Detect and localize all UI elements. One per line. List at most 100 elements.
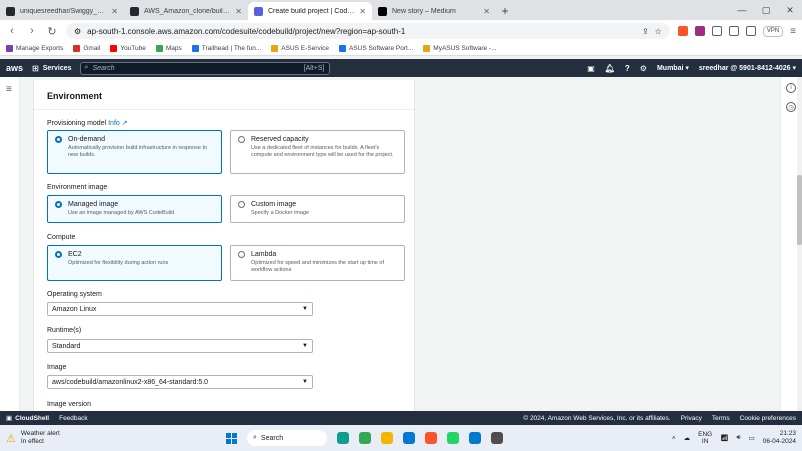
runtime-select[interactable]: Standard ▼	[47, 339, 313, 353]
whatsapp-icon[interactable]	[447, 432, 459, 444]
sidebar-icon[interactable]	[711, 26, 722, 36]
maximize-icon[interactable]: ▢	[754, 0, 778, 20]
custom-image-option[interactable]: Custom image Specify a Docker image	[230, 195, 405, 223]
tab-label: AWS_Amazon_clone/buildspec.yaml	[144, 7, 231, 15]
bookmark-star-icon[interactable]: ☆	[655, 27, 662, 36]
on-demand-option[interactable]: On-demand Automatically provision build …	[47, 130, 222, 174]
vpn-button[interactable]: VPN	[762, 25, 784, 37]
account-menu[interactable]: sreedhar @ 5901-8412-4026 ▾	[699, 64, 796, 72]
site-info-icon[interactable]: ⚙	[74, 27, 81, 36]
radio-unselected[interactable]	[238, 251, 245, 258]
windows-start-icon[interactable]	[226, 432, 237, 444]
caret-down-icon: ▼	[302, 306, 308, 312]
scrollbar-thumb[interactable]	[797, 175, 802, 245]
new-tab-button[interactable]: +	[496, 2, 514, 20]
bookmark-item[interactable]: ASUS Software Port...	[338, 45, 413, 52]
bookmark-item[interactable]: ASUS E-Service	[271, 45, 329, 52]
reload-icon[interactable]: ↻	[46, 25, 58, 38]
settings-gear-icon[interactable]: ⚙	[640, 64, 647, 73]
brave-icon[interactable]	[425, 432, 437, 444]
brave-shield-icon[interactable]	[677, 26, 688, 36]
privacy-link[interactable]: Privacy	[681, 415, 702, 422]
url-field[interactable]: ⚙ ap-south-1.console.aws.amazon.com/code…	[66, 23, 670, 39]
external-link-icon[interactable]: ↗	[122, 120, 128, 127]
chevron-up-icon[interactable]: ˄	[672, 435, 676, 442]
store-icon[interactable]	[403, 432, 415, 444]
forward-icon[interactable]: ›	[26, 25, 38, 37]
side-nav-rail: ≡	[0, 77, 20, 411]
managed-image-option[interactable]: Managed image Use an image managed by AW…	[47, 195, 222, 223]
notifications-bell-icon[interactable]: 🔔︎	[605, 64, 615, 73]
bookmark-item[interactable]: Manage Exports	[6, 45, 63, 52]
cloudshell-icon: ▣	[6, 415, 13, 422]
browser-tab[interactable]: New story – Medium ✕	[372, 2, 496, 20]
reserved-capacity-option[interactable]: Reserved capacity Use a dedicated fleet …	[230, 130, 405, 174]
medium-icon	[378, 6, 387, 16]
weather-widget[interactable]: ⚠ Weather alert In effect	[6, 430, 156, 446]
git-icon[interactable]	[491, 432, 503, 444]
wifi-icon[interactable]: 📶︎	[720, 434, 728, 442]
battery-icon[interactable]: ▭	[749, 434, 755, 442]
info-icon[interactable]: i	[786, 83, 796, 93]
volume-icon[interactable]: 🔊︎	[736, 434, 740, 442]
bookmark-item[interactable]: Maps	[155, 45, 182, 52]
aws-search-input[interactable]: ⌕ Search [Alt+S]	[79, 61, 330, 75]
edge-icon[interactable]	[337, 432, 349, 444]
extensions-icon[interactable]	[728, 26, 739, 36]
language-indicator[interactable]: ENG IN	[698, 431, 712, 445]
cookie-preferences-link[interactable]: Cookie preferences	[740, 415, 796, 422]
bookmark-item[interactable]: Gmail	[73, 45, 100, 52]
lambda-option[interactable]: Lambda Optimized for speed and minimizes…	[230, 245, 405, 281]
clock[interactable]: 21:23 06-04-2024	[763, 430, 796, 446]
radio-selected[interactable]	[55, 136, 62, 143]
bookmark-item[interactable]: Trailhead | The fun...	[191, 45, 261, 52]
browser-tab[interactable]: AWS_Amazon_clone/buildspec.yaml ✕	[124, 2, 248, 20]
share-icon[interactable]: ⇪	[642, 27, 649, 36]
ec2-option[interactable]: EC2 Optimized for flexibility during act…	[47, 245, 222, 281]
page-scrollbar[interactable]	[797, 77, 802, 411]
taskbar-search[interactable]: ⌕ Search	[247, 430, 327, 446]
browser-tab[interactable]: uniquesreedhar/Swiggy_clone ✕	[0, 2, 124, 20]
wallet-icon[interactable]	[745, 26, 756, 36]
github-icon	[130, 6, 139, 16]
terms-link[interactable]: Terms	[712, 415, 730, 422]
browser-tab-active[interactable]: Create build project | CodeBuild ✕	[248, 2, 372, 20]
close-icon[interactable]: ✕	[111, 7, 118, 16]
url-text[interactable]: ap-south-1.console.aws.amazon.com/codesu…	[87, 27, 636, 36]
aws-logo[interactable]: aws	[6, 63, 24, 73]
cloudshell-icon[interactable]: ▣	[587, 64, 595, 73]
menu-icon[interactable]: ≡	[790, 26, 796, 37]
image-version-label: Image version	[47, 401, 91, 408]
history-icon[interactable]: ◷	[786, 102, 796, 112]
operating-system-select[interactable]: Amazon Linux ▼	[47, 302, 313, 316]
close-icon[interactable]: ✕	[235, 7, 242, 16]
bookmark-label: Manage Exports	[16, 45, 64, 52]
radio-unselected[interactable]	[238, 201, 245, 208]
bookmark-label: ASUS E-Service	[281, 45, 329, 52]
file-explorer-icon[interactable]	[381, 432, 393, 444]
close-icon[interactable]: ✕	[359, 7, 366, 16]
bookmark-item[interactable]: MyASUS Software -...	[423, 45, 497, 52]
minimize-icon[interactable]: —	[730, 0, 754, 20]
chrome-icon[interactable]	[359, 432, 371, 444]
cloudshell-button[interactable]: ▣ CloudShell	[6, 414, 49, 423]
back-icon[interactable]: ‹	[6, 25, 18, 37]
help-icon[interactable]: ?	[625, 64, 630, 73]
radio-selected[interactable]	[55, 201, 62, 208]
cloud-icon[interactable]: ☁	[684, 434, 691, 442]
aws-nav-right: ▣ 🔔︎ ? ⚙ Mumbai ▾ sreedhar @ 5901-8412-4…	[587, 64, 796, 73]
weather-subtitle: In effect	[20, 438, 44, 445]
brave-rewards-icon[interactable]	[694, 26, 705, 36]
feedback-link[interactable]: Feedback	[59, 415, 88, 422]
bookmark-item[interactable]: YouTube	[110, 45, 146, 52]
close-icon[interactable]: ✕	[483, 7, 490, 16]
image-select[interactable]: aws/codebuild/amazonlinux2-x86_64-standa…	[47, 375, 313, 389]
info-link[interactable]: Info	[108, 120, 120, 127]
services-menu-button[interactable]: ⊞ Services	[32, 64, 72, 73]
region-selector[interactable]: Mumbai ▾	[657, 64, 689, 72]
radio-unselected[interactable]	[238, 136, 245, 143]
hamburger-menu-icon[interactable]: ≡	[6, 84, 12, 95]
vscode-icon[interactable]	[469, 432, 481, 444]
radio-selected[interactable]	[55, 251, 62, 258]
close-window-icon[interactable]: ✕	[778, 0, 802, 20]
